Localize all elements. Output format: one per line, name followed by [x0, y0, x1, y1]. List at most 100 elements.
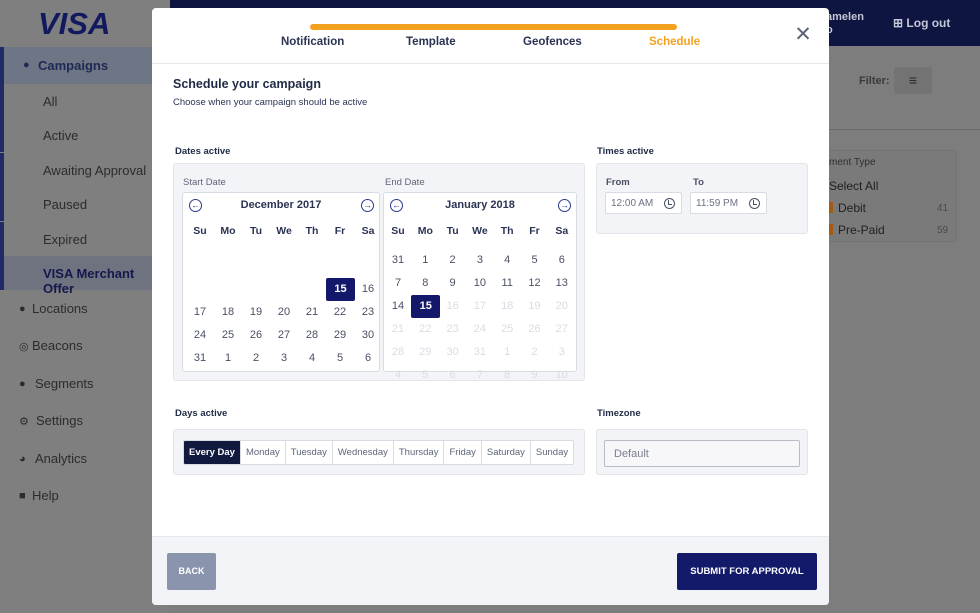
- calendar-day[interactable]: 27: [270, 324, 298, 346]
- sidebar-item-campaigns[interactable]: ● Campaigns ⌄: [0, 47, 165, 84]
- calendar-day[interactable]: 22: [326, 301, 354, 323]
- day-option-friday[interactable]: Friday: [444, 441, 482, 464]
- filter-row-debit[interactable]: Debit 41: [829, 201, 948, 215]
- weekday-header: Fr: [334, 225, 346, 237]
- to-time-input[interactable]: 11:59 PM: [690, 192, 767, 214]
- day-option-thursday[interactable]: Thursday: [394, 441, 445, 464]
- select-all-option[interactable]: Select All: [829, 179, 878, 193]
- sidebar-item-beacons[interactable]: ◎ Beacons: [0, 329, 165, 365]
- calendar-day[interactable]: 17: [186, 301, 214, 323]
- calendar-day[interactable]: 1: [214, 347, 242, 369]
- calendar-day[interactable]: 7: [384, 272, 412, 294]
- calendar-day[interactable]: 8: [411, 272, 439, 294]
- day-option-saturday[interactable]: Saturday: [482, 441, 531, 464]
- arrow-right-icon[interactable]: →: [361, 199, 374, 212]
- sidebar-item-label: Beacons: [32, 338, 83, 353]
- user-name-line: amelen: [826, 11, 864, 23]
- calendar-day[interactable]: 31: [186, 347, 214, 369]
- help-icon: ■: [19, 490, 26, 502]
- calendar-day[interactable]: 2: [439, 249, 467, 271]
- from-time-input[interactable]: 12:00 AM: [605, 192, 682, 214]
- calendar-day[interactable]: 12: [521, 272, 549, 294]
- modal-header: Notification Template Geofences Schedule…: [152, 8, 829, 64]
- modal-subtitle: Choose when your campaign should be acti…: [173, 97, 368, 108]
- calendar-day[interactable]: 3: [466, 249, 494, 271]
- calendar-day[interactable]: 21: [298, 301, 326, 323]
- submit-for-approval-button[interactable]: SUBMIT FOR APPROVAL: [677, 553, 817, 590]
- sidebar-item-settings[interactable]: ⚙ Settings: [0, 404, 165, 440]
- calendar-day[interactable]: 26: [242, 324, 270, 346]
- close-button[interactable]: ✕: [793, 24, 813, 45]
- sidebar-sub-all[interactable]: All: [0, 84, 165, 118]
- calendar-day[interactable]: 2: [242, 347, 270, 369]
- logout-link[interactable]: ⊞ Log out: [893, 16, 950, 30]
- calendar-day[interactable]: 14: [384, 295, 412, 317]
- sidebar-sub-active[interactable]: Active: [0, 118, 165, 152]
- calendar-day[interactable]: 30: [354, 324, 382, 346]
- calendar-day[interactable]: 20: [270, 301, 298, 323]
- sidebar-sub-expired[interactable]: Expired: [0, 222, 165, 256]
- calendar-day: 30: [446, 346, 459, 358]
- end-date-calendar: ← January 2018 → Su Mo Tu We Th Fr Sa 31 1 2 3 4 5 6 7 8 9 1…: [383, 192, 577, 381]
- day-option-sunday[interactable]: Sunday: [531, 441, 573, 464]
- calendar-day[interactable]: 16: [354, 278, 382, 300]
- calendar-day[interactable]: 5: [521, 249, 549, 271]
- times-active-box: From 12:00 AM To 11:59 PM: [596, 163, 808, 234]
- pie-chart-icon: ◕: [19, 453, 26, 465]
- calendar-day[interactable]: 9: [439, 272, 467, 294]
- calendar-day[interactable]: 24: [186, 324, 214, 346]
- calendar-day[interactable]: 3: [270, 347, 298, 369]
- weekday-header: We: [472, 225, 488, 237]
- calendar-day[interactable]: 1: [411, 249, 439, 271]
- calendar-day[interactable]: 10: [466, 272, 494, 294]
- day-option-tuesday[interactable]: Tuesday: [286, 441, 333, 464]
- calendar-day[interactable]: 25: [214, 324, 242, 346]
- calendar-day[interactable]: 6: [548, 249, 576, 271]
- day-option-every-day[interactable]: Every Day: [184, 441, 241, 464]
- sidebar-item-label: Help: [32, 488, 59, 503]
- calendar-day[interactable]: 4: [493, 249, 521, 271]
- sidebar-sub-paused[interactable]: Paused: [0, 187, 165, 221]
- day-option-monday[interactable]: Monday: [241, 441, 286, 464]
- step-template[interactable]: Template: [406, 36, 456, 48]
- calendar-day: 29: [419, 346, 432, 358]
- calendar-day: 24: [473, 323, 487, 335]
- weekday-header: Tu: [249, 225, 263, 237]
- arrow-right-icon[interactable]: →: [558, 199, 571, 212]
- step-geofences[interactable]: Geofences: [523, 36, 582, 48]
- calendar-day[interactable]: 29: [326, 324, 354, 346]
- sidebar-item-segments[interactable]: ● Segments: [0, 367, 165, 403]
- calendar-day-selected[interactable]: 15: [411, 295, 441, 318]
- calendar-day[interactable]: 19: [242, 301, 270, 323]
- calendar-day[interactable]: 5: [326, 347, 354, 369]
- calendar-day-selected[interactable]: 15: [326, 278, 355, 301]
- sidebar-item-help[interactable]: ■ Help: [0, 479, 165, 515]
- calendar-day: 22: [419, 323, 432, 335]
- step-schedule[interactable]: Schedule: [649, 36, 700, 48]
- times-active-label: Times active: [597, 146, 654, 157]
- back-button[interactable]: BACK: [167, 553, 216, 590]
- calendar-day[interactable]: 31: [384, 249, 412, 271]
- sidebar-item-analytics[interactable]: ◕ Analytics: [0, 442, 165, 478]
- to-label: To: [693, 177, 704, 188]
- calendar-day[interactable]: 4: [298, 347, 326, 369]
- filter-button[interactable]: ≡: [894, 67, 932, 94]
- calendar-day[interactable]: 11: [493, 272, 521, 294]
- calendar-day: 3: [558, 346, 565, 358]
- calendar-day[interactable]: 18: [214, 301, 242, 323]
- sidebar-sub-label: Expired: [43, 232, 88, 247]
- calendar-day[interactable]: 13: [548, 272, 576, 294]
- timezone-select[interactable]: Default: [604, 440, 800, 467]
- sidebar-item-locations[interactable]: ● Locations: [0, 292, 165, 328]
- calendar-day[interactable]: 6: [354, 347, 382, 369]
- day-option-wednesday[interactable]: Wednesday: [333, 441, 394, 464]
- sidebar-sub-awaiting-approval[interactable]: Awaiting Approval: [0, 153, 165, 187]
- calendar-day: 8: [504, 369, 511, 381]
- sidebar-sub-visa-merchant-offer[interactable]: VISA Merchant Offer: [0, 256, 165, 296]
- step-notification[interactable]: Notification: [281, 36, 344, 48]
- filter-row-prepaid[interactable]: Pre-Paid 59: [829, 223, 948, 237]
- calendar-day: 19: [528, 300, 541, 312]
- calendar-day[interactable]: 28: [298, 324, 326, 346]
- calendar-day: 7: [476, 369, 483, 381]
- calendar-day[interactable]: 23: [354, 301, 382, 323]
